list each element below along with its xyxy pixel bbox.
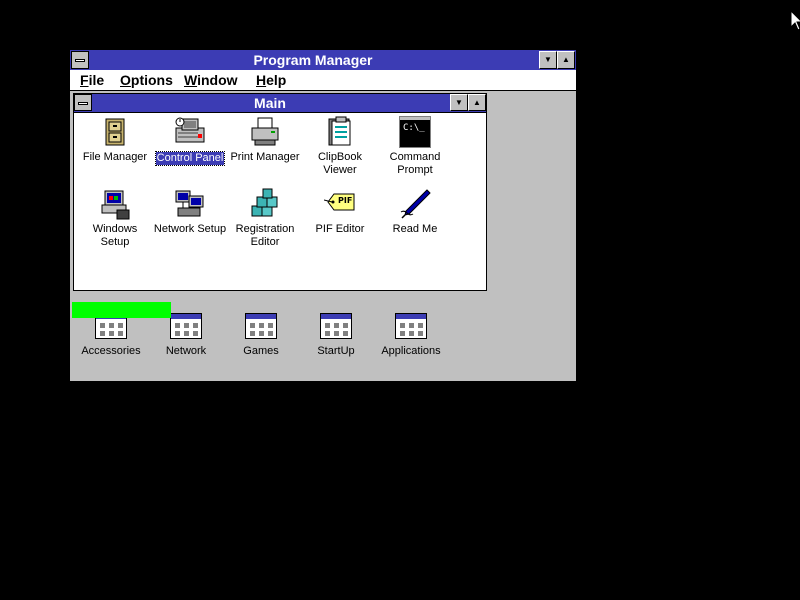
triangle-down-icon: ▼ — [455, 98, 463, 107]
group-label: Games — [243, 345, 279, 357]
program-item-label: Control Panel — [154, 151, 226, 166]
program-item-label: Read Me — [392, 223, 438, 235]
program-manager-title: Program Manager — [253, 52, 373, 68]
menu-label: ptions — [130, 72, 173, 88]
pif-tag-icon: PIF — [323, 188, 356, 220]
program-item-label: Print Manager — [230, 151, 300, 163]
program-group-icon — [395, 313, 427, 339]
program-group-icon — [245, 313, 277, 339]
control-panel-icon — [174, 116, 206, 148]
group-network[interactable]: Network — [144, 313, 228, 357]
menu-label: elp — [266, 72, 287, 88]
triangle-up-icon: ▲ — [562, 55, 570, 64]
highlight-bar — [72, 302, 171, 318]
group-applications[interactable]: Applications — [369, 313, 453, 357]
program-item-label: Command Prompt — [389, 151, 441, 176]
program-manager-window[interactable]: Program Manager ▼ ▲ File Options Window … — [69, 49, 577, 382]
system-menu-icon — [78, 102, 88, 105]
program-item-print-manager[interactable]: Print Manager — [223, 116, 307, 164]
group-startup[interactable]: StartUp — [294, 313, 378, 357]
command-prompt-text: C:\_ — [403, 123, 425, 133]
menu-help[interactable]: Help — [256, 72, 286, 88]
menu-window[interactable]: Window — [184, 72, 238, 88]
main-minimize-button[interactable]: ▼ — [450, 94, 468, 111]
network-setup-icon — [174, 188, 206, 220]
menu-accel: W — [184, 72, 198, 88]
printer-icon — [249, 116, 281, 148]
program-item-windows-setup[interactable]: Windows Setup — [73, 188, 157, 249]
menu-label: ile — [88, 72, 105, 88]
registry-cubes-icon — [249, 188, 281, 220]
command-prompt-icon: C:\_ — [399, 116, 431, 148]
main-system-menu-button[interactable] — [74, 94, 92, 111]
program-manager-client-area: Main ▼ ▲ File Manager Control Panel Prin… — [70, 91, 576, 381]
triangle-up-icon: ▲ — [473, 98, 481, 107]
program-item-network-setup[interactable]: Network Setup — [148, 188, 232, 236]
menu-file[interactable]: File — [80, 72, 104, 88]
program-group-icon — [320, 313, 352, 339]
program-item-pif-editor[interactable]: PIF PIF Editor — [298, 188, 382, 236]
group-label: Accessories — [81, 345, 141, 357]
program-item-label: ClipBook Viewer — [317, 151, 363, 176]
system-menu-icon — [75, 59, 85, 62]
program-item-command-prompt[interactable]: C:\_ Command Prompt — [373, 116, 457, 177]
file-cabinet-icon — [99, 116, 131, 148]
program-item-registration-editor[interactable]: Registration Editor — [223, 188, 307, 249]
program-manager-title-bar[interactable]: Program Manager ▼ ▲ — [70, 50, 576, 71]
menu-accel: H — [256, 72, 267, 88]
main-group-title-bar[interactable]: Main ▼ ▲ — [74, 94, 486, 113]
group-games[interactable]: Games — [219, 313, 303, 357]
program-item-label: File Manager — [82, 151, 148, 163]
main-group-title: Main — [254, 95, 286, 111]
main-group-window[interactable]: Main ▼ ▲ File Manager Control Panel Prin… — [73, 93, 487, 291]
program-item-label: PIF Editor — [315, 223, 365, 235]
minimize-button[interactable]: ▼ — [539, 51, 557, 69]
windows-setup-icon — [99, 188, 131, 220]
group-label: Applications — [381, 345, 441, 357]
main-maximize-button[interactable]: ▲ — [468, 94, 486, 111]
program-item-control-panel[interactable]: Control Panel — [148, 116, 232, 166]
program-item-read-me[interactable]: Read Me — [373, 188, 457, 236]
group-label: StartUp — [317, 345, 355, 357]
program-group-icon — [170, 313, 202, 339]
pif-tag-text: PIF — [338, 196, 353, 205]
group-label: Network — [165, 345, 207, 357]
clipbook-icon — [324, 116, 356, 148]
maximize-button[interactable]: ▲ — [557, 51, 575, 69]
program-item-clipbook-viewer[interactable]: ClipBook Viewer — [298, 116, 382, 177]
group-accessories[interactable]: Accessories — [69, 313, 153, 357]
system-menu-button[interactable] — [71, 51, 89, 69]
main-group-body: File Manager Control Panel Print Manager… — [74, 113, 486, 290]
program-item-file-manager[interactable]: File Manager — [73, 116, 157, 164]
program-item-label: Network Setup — [153, 223, 227, 235]
pen-icon — [399, 188, 431, 220]
program-item-label: Windows Setup — [92, 223, 138, 248]
menu-label: indow — [197, 72, 238, 88]
console-title-strip — [400, 117, 430, 120]
menu-options[interactable]: Options — [120, 72, 173, 88]
menu-accel: F — [80, 72, 89, 88]
triangle-down-icon: ▼ — [544, 55, 552, 64]
menu-bar: File Options Window Help — [70, 70, 576, 91]
program-item-label: Registration Editor — [235, 223, 295, 248]
menu-accel: O — [120, 72, 131, 88]
mouse-cursor-icon — [790, 10, 800, 31]
